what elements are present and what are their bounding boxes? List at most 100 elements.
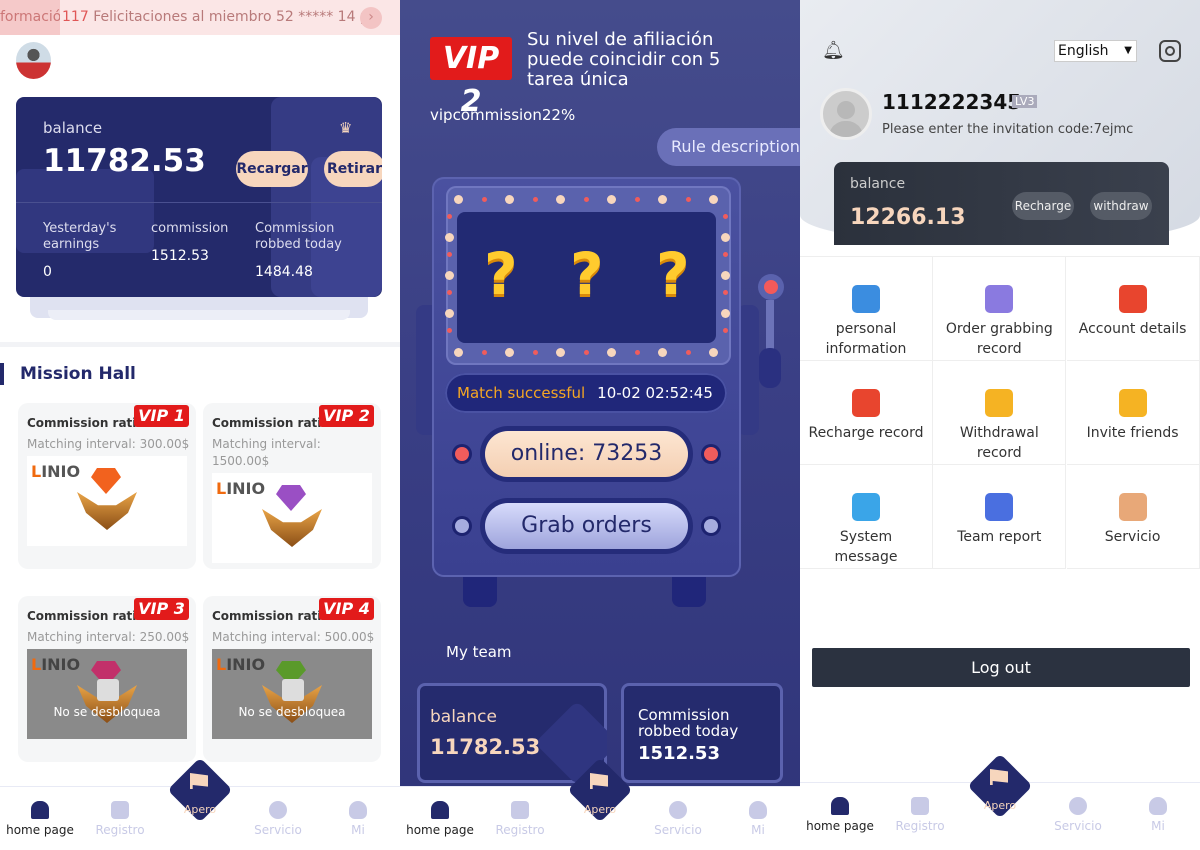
marquee-light xyxy=(634,197,640,202)
menu-item[interactable]: Servicio xyxy=(1066,465,1200,569)
card-shadow xyxy=(48,310,350,320)
marquee-light xyxy=(685,197,691,202)
logout-button[interactable]: Log out xyxy=(812,648,1190,687)
chevron-down-icon: ▼ xyxy=(1124,45,1132,56)
gem-icon xyxy=(276,485,306,511)
nav-home[interactable]: home page xyxy=(400,787,480,850)
marquee-light xyxy=(721,233,730,242)
menu-item-label: Order grabbing record xyxy=(945,321,1053,357)
nav-home[interactable]: home page xyxy=(0,787,80,850)
menu-item[interactable]: Invite friends xyxy=(1066,361,1200,465)
marquee-light xyxy=(447,252,452,257)
chat-icon xyxy=(269,801,287,819)
marquee-light xyxy=(721,309,730,318)
home-icon xyxy=(831,797,849,815)
avatar[interactable] xyxy=(820,88,872,140)
marquee-light xyxy=(505,195,514,204)
nav-me[interactable]: Mi xyxy=(318,787,398,850)
settings-gear-icon[interactable] xyxy=(1159,40,1181,62)
menu-item[interactable]: Account details xyxy=(1066,257,1200,361)
nav-center-label[interactable]: Apero xyxy=(160,803,240,816)
marquee-light xyxy=(454,195,463,204)
bottom-nav: home page Registro Apero Servicio Mi xyxy=(0,757,400,850)
my-team-title: My team xyxy=(446,643,512,661)
stat-value: 1484.48 xyxy=(255,264,313,280)
user-icon xyxy=(349,801,367,819)
menu-item-label: Servicio xyxy=(1104,529,1161,545)
indicator-light xyxy=(704,519,718,533)
recharge-button[interactable]: Recargar xyxy=(236,151,308,187)
mission-image: LINIO xyxy=(212,473,372,563)
marquee-light xyxy=(481,350,487,355)
match-status: Match successful 10-02 02:52:45 xyxy=(445,373,727,413)
nav-record[interactable]: Registro xyxy=(880,783,960,847)
menu-item-label: Account details xyxy=(1078,321,1187,337)
chat-icon xyxy=(1069,797,1087,815)
menu-item-label: Team report xyxy=(957,529,1042,545)
nav-service[interactable]: Servicio xyxy=(638,787,718,850)
menu-item[interactable]: Order grabbing record xyxy=(933,257,1067,361)
menu-item-label: Recharge record xyxy=(808,425,924,441)
nav-record[interactable]: Registro xyxy=(480,787,560,850)
indicator-light xyxy=(455,447,469,461)
withdraw-button[interactable]: Retirar xyxy=(324,151,382,187)
stat-value: 0 xyxy=(43,264,52,280)
marquee-light xyxy=(721,271,730,280)
nav-record[interactable]: Registro xyxy=(80,787,160,850)
rule-description-button[interactable]: Rule description xyxy=(657,128,800,166)
document-icon xyxy=(985,285,1014,313)
marquee-light xyxy=(685,350,691,355)
menu-item[interactable]: Recharge record xyxy=(800,361,933,465)
profile-screen: 🔔︎ English ▼ 1112222345 LV3 Please enter … xyxy=(800,0,1200,850)
menu-item[interactable]: Team report xyxy=(933,465,1067,569)
notice-ticker[interactable]: formación 117 Felicitaciones al miembro … xyxy=(0,0,400,35)
mission-card[interactable]: Commission ratio: 22% VIP 2 Matching int… xyxy=(203,403,381,569)
level-text: Su nivel de afiliación puede coincidir c… xyxy=(527,29,721,90)
home-icon xyxy=(431,801,449,819)
chevron-right-icon[interactable]: › xyxy=(360,7,382,29)
stat-label: Commission robbed today xyxy=(255,221,342,252)
lever-knob[interactable] xyxy=(758,274,784,300)
edit-icon xyxy=(911,797,929,815)
vip-badge: VIP 2 xyxy=(319,405,374,427)
withdraw-button[interactable]: withdraw xyxy=(1090,192,1152,220)
slot-question-mark: ? xyxy=(484,240,518,308)
marquee-light xyxy=(723,252,728,257)
menu-item[interactable]: System message xyxy=(800,465,933,569)
mission-card[interactable]: Commission ratio: 26% VIP 4 Matching int… xyxy=(203,596,381,762)
marquee-light xyxy=(709,195,718,204)
mission-card[interactable]: Commission ratio: 20% VIP 1 Matching int… xyxy=(18,403,196,569)
recharge-button[interactable]: Recharge xyxy=(1012,192,1074,220)
slot-question-mark: ? xyxy=(656,240,690,308)
nav-center-label[interactable]: Apero xyxy=(560,803,640,816)
marquee-light xyxy=(447,328,452,333)
marquee-light xyxy=(447,214,452,219)
mission-card[interactable]: Commission ratio: 24% VIP 3 Matching int… xyxy=(18,596,196,762)
home-screen: formación 117 Felicitaciones al miembro … xyxy=(0,0,400,850)
menu-item[interactable]: personal information xyxy=(800,257,933,361)
marquee-light xyxy=(532,197,538,202)
grab-orders-button[interactable]: Grab orders xyxy=(485,503,688,549)
nav-home[interactable]: home page xyxy=(800,783,880,847)
marquee-light xyxy=(583,350,589,355)
chat-icon xyxy=(852,493,880,521)
gem-icon xyxy=(91,468,121,494)
nav-service[interactable]: Servicio xyxy=(1038,783,1118,847)
slot-question-mark: ? xyxy=(570,240,604,308)
nav-me[interactable]: Mi xyxy=(1118,783,1198,847)
balance-card: balance 11782.53 ♛ Recargar Retirar Yest… xyxy=(16,97,382,297)
balance-value: 11782.53 xyxy=(43,143,206,179)
marquee-light xyxy=(445,233,454,242)
nav-center-label[interactable]: Apero xyxy=(960,799,1040,812)
marquee-light xyxy=(445,309,454,318)
locked-text: No se desbloquea xyxy=(238,705,346,719)
nav-service[interactable]: Servicio xyxy=(238,787,318,850)
nav-me[interactable]: Mi xyxy=(718,787,798,850)
menu-item[interactable]: Withdrawal record xyxy=(933,361,1067,465)
vip-badge: VIP 4 xyxy=(319,598,374,620)
marquee-light xyxy=(556,348,565,357)
language-select[interactable]: English ▼ xyxy=(1054,40,1137,62)
avatar[interactable] xyxy=(16,42,51,79)
mission-image: LINIO No se desbloquea xyxy=(27,649,187,739)
bell-icon[interactable]: 🔔︎ xyxy=(822,40,845,61)
